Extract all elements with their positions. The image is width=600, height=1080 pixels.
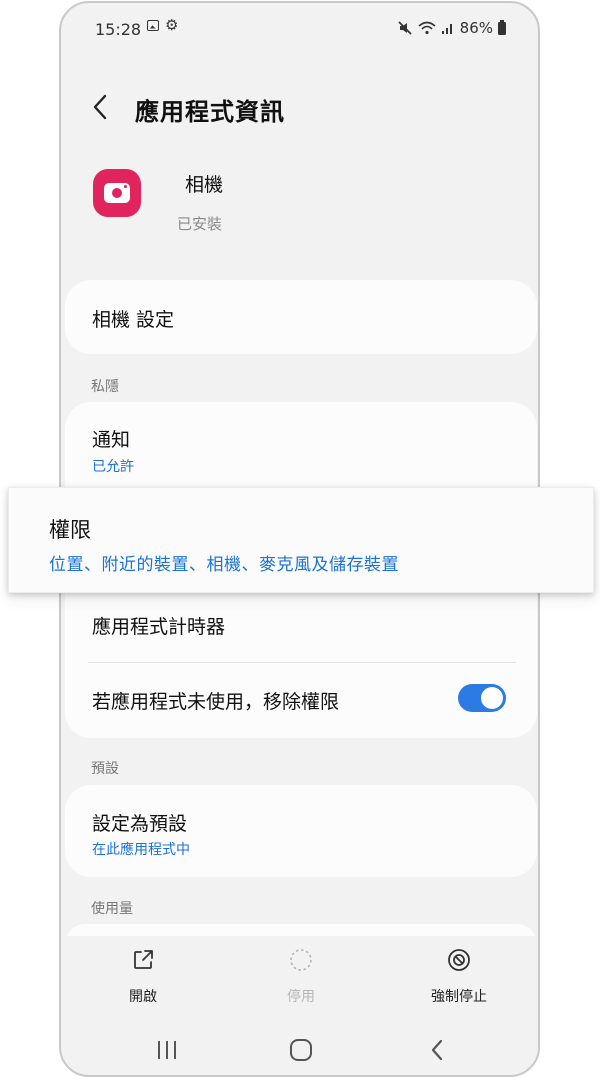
permissions-title: 權限 [49,518,91,542]
remove-permissions-toggle[interactable] [458,684,506,712]
status-bar: 15:28 ⚙ 86% [61,3,538,55]
app-settings-row[interactable]: 相機 設定 [65,280,537,354]
remove-permissions-title: 若應用程式未使用，移除權限 [92,691,340,713]
battery-percent: 86% [459,19,493,37]
recents-icon[interactable] [147,1035,187,1065]
app-settings-label: 相機 設定 [92,309,175,331]
app-name: 相機 [185,174,224,196]
set-default-subtitle: 在此應用程式中 [92,842,190,858]
set-default-row[interactable]: 設定為預設 在此應用程式中 [65,785,537,877]
section-label-usage: 使用量 [91,901,133,917]
status-icons-right: 86% [397,19,506,37]
bottom-action-bar: 開啟 停用 強制停止 [61,936,538,1016]
camera-app-icon [93,169,141,217]
notifications-title: 通知 [92,429,131,451]
status-icons-left: ⚙ [147,16,179,34]
battery-icon [498,19,506,35]
notifications-row[interactable]: 通知 已允許 [65,402,537,490]
force-stop-label: 強制停止 [431,989,487,1005]
app-bar: 應用程式資訊 [61,79,538,135]
chevron-left-icon[interactable] [87,93,115,121]
divider [88,662,516,663]
navigation-bar [61,1021,538,1075]
status-time: 15:28 [95,20,142,39]
back-icon[interactable] [417,1035,457,1065]
disable-label: 停用 [287,989,315,1005]
home-icon[interactable] [281,1035,321,1065]
stop-circle-icon [448,949,470,971]
disable-button[interactable]: 停用 [241,936,361,1016]
section-label-privacy: 私隱 [91,379,119,395]
toggle-knob [481,687,503,709]
wifi-icon [418,21,436,35]
permissions-row[interactable]: 權限 位置、附近的裝置、相機、麥克風及儲存裝置 [8,487,594,593]
dashed-circle-icon [290,949,312,971]
open-button[interactable]: 開啟 [83,936,203,1016]
app-timer-title: 應用程式計時器 [92,616,226,638]
mute-icon [398,21,412,35]
section-label-defaults: 預設 [91,761,119,777]
app-timer-row[interactable]: 應用程式計時器 [65,592,537,662]
force-stop-button[interactable]: 強制停止 [399,936,519,1016]
open-label: 開啟 [129,989,157,1005]
open-external-icon [134,950,153,969]
signal-icon [441,24,452,34]
permissions-subtitle: 位置、附近的裝置、相機、麥克風及儲存裝置 [49,555,399,575]
app-install-status: 已安裝 [177,215,223,233]
page-title: 應用程式資訊 [135,98,285,126]
gallery-icon [147,19,159,31]
set-default-title: 設定為預設 [92,813,188,835]
notifications-subtitle: 已允許 [92,459,134,475]
gear-icon: ⚙ [165,16,179,34]
